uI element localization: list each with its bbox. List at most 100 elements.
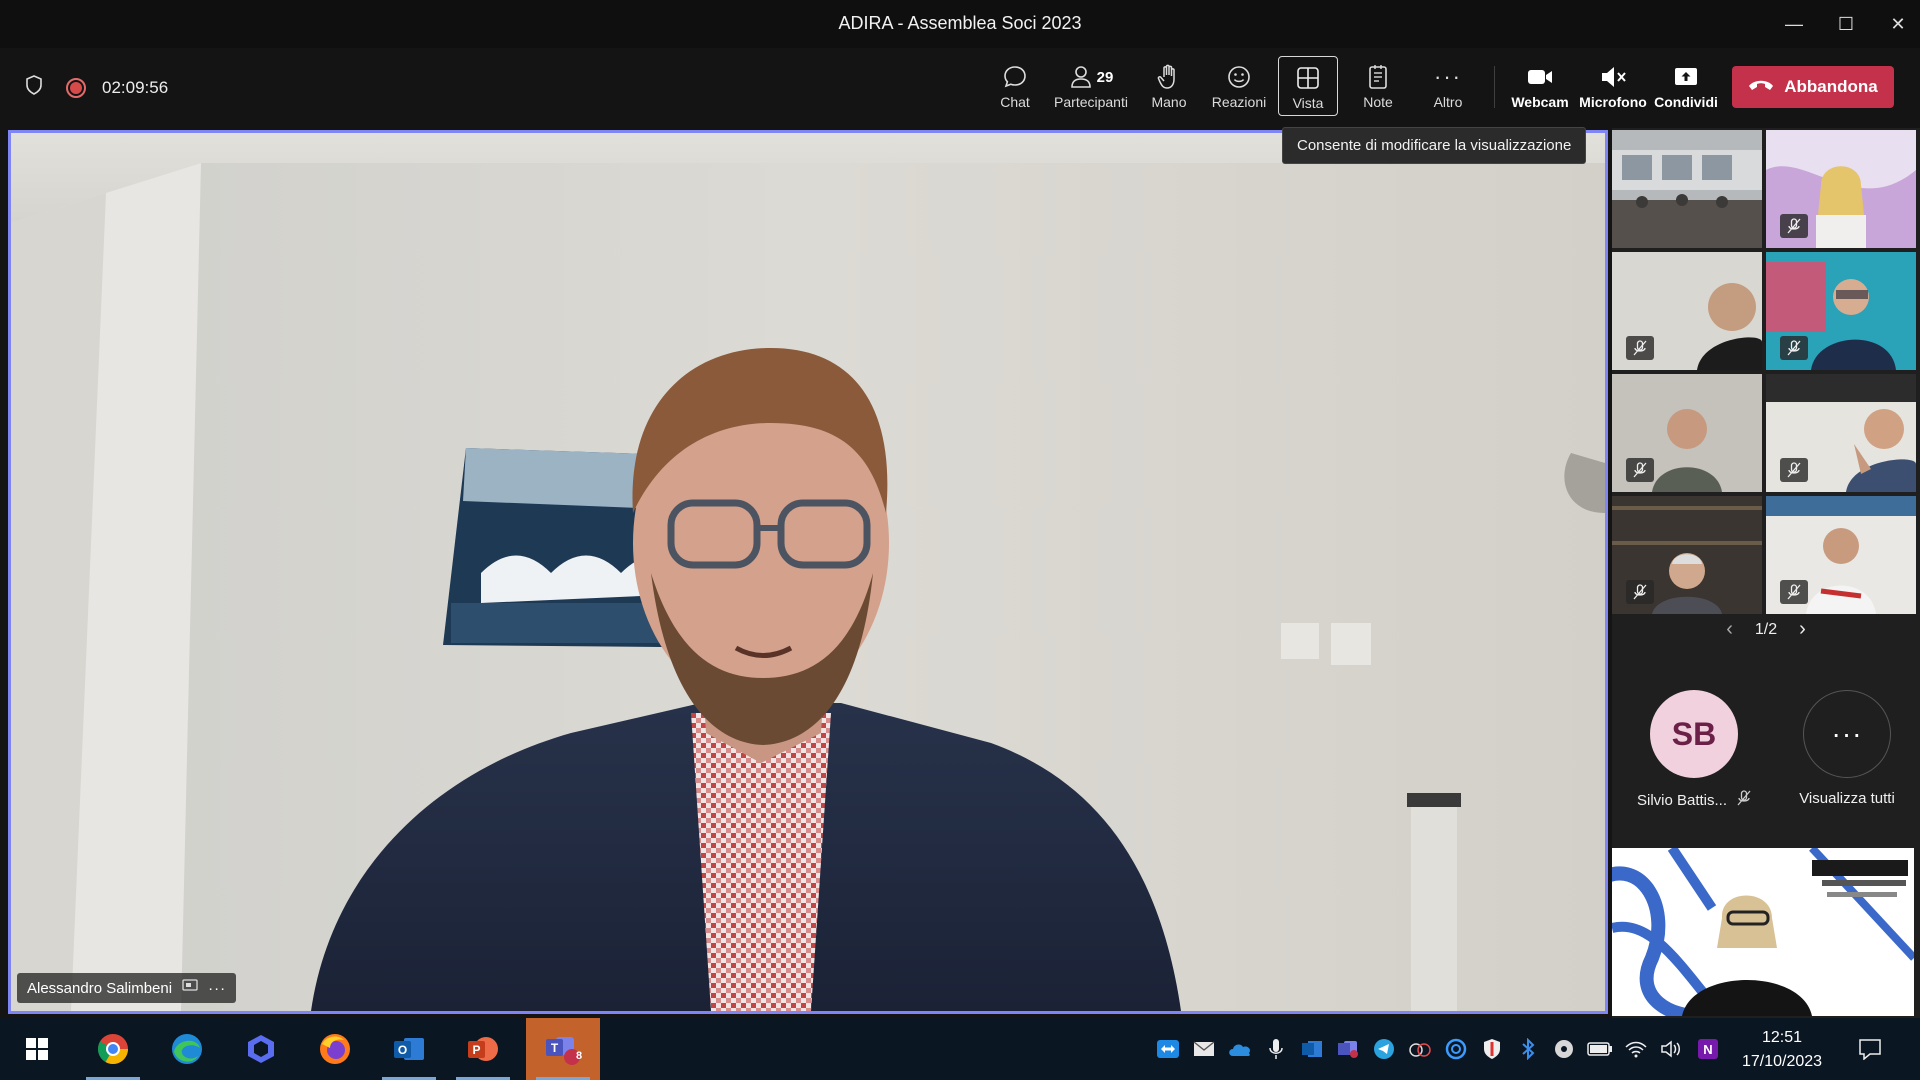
view-tooltip: Consente di modificare la visualizzazion… [1282, 127, 1587, 164]
participant-tile[interactable] [1766, 374, 1916, 492]
participants-button[interactable]: 29 Partecipanti [1054, 56, 1128, 118]
speaker-name-tag[interactable]: Alessandro Salimbeni ··· [17, 973, 237, 1003]
teams-app[interactable]: T 8 [526, 1018, 600, 1080]
teamviewer-icon[interactable] [1150, 1018, 1186, 1080]
mic-off-icon [1626, 336, 1654, 360]
shield-icon[interactable] [24, 74, 44, 101]
microphone-icon[interactable] [1258, 1018, 1294, 1080]
meeting-info: 02:09:56 [24, 74, 168, 101]
notes-button[interactable]: Note [1347, 56, 1409, 118]
participant-tile[interactable] [1612, 496, 1762, 614]
svg-text:P: P [472, 1043, 480, 1057]
svg-text:O: O [398, 1043, 407, 1057]
main-video[interactable]: Alessandro Salimbeni ··· [8, 130, 1608, 1014]
windows-taskbar: O P T 8 N 12:51 17/10/2023 [0, 1018, 1920, 1080]
disc-icon[interactable] [1546, 1018, 1582, 1080]
wifi-icon[interactable] [1618, 1018, 1654, 1080]
leave-button[interactable]: Abbandona [1732, 66, 1894, 108]
notification-icon [1859, 1039, 1881, 1060]
webcam-button[interactable]: Webcam [1508, 56, 1572, 118]
mic-off-icon [1626, 458, 1654, 482]
reactions-label: Reazioni [1211, 94, 1267, 110]
firefox-app[interactable] [298, 1018, 372, 1080]
more-icon: ··· [1434, 64, 1462, 89]
participant-avatar-item[interactable]: SB Silvio Battis... [1624, 690, 1764, 810]
copilot-icon [248, 1035, 274, 1063]
outlook-tray-icon[interactable] [1294, 1018, 1330, 1080]
speaker-name: Alessandro Salimbeni [27, 979, 173, 997]
share-label: Condividi [1654, 94, 1718, 110]
copilot-app[interactable] [224, 1018, 298, 1080]
more-options-icon[interactable]: ··· [208, 980, 226, 997]
system-clock[interactable]: 12:51 17/10/2023 [1736, 1026, 1828, 1074]
chrome-app[interactable] [76, 1018, 150, 1080]
recording-icon [66, 77, 86, 98]
chevron-right-icon[interactable]: › [1799, 618, 1806, 641]
window-title: ADIRA - Assemblea Soci 2023 [838, 13, 1082, 33]
title-bar: ADIRA - Assemblea Soci 2023 — ☐ ✕ [0, 0, 1920, 48]
svg-text:N: N [1703, 1042, 1712, 1057]
participant-tile[interactable] [1766, 496, 1916, 614]
reactions-button[interactable]: Reazioni [1208, 56, 1270, 118]
participant-tile[interactable] [1766, 252, 1916, 370]
mail-icon[interactable] [1186, 1018, 1222, 1080]
maximize-button[interactable]: ☐ [1818, 0, 1874, 48]
battery-icon[interactable] [1582, 1018, 1618, 1080]
bluetooth-icon[interactable] [1510, 1018, 1546, 1080]
participant-tile[interactable] [1612, 374, 1762, 492]
avatar-name-row: Silvio Battis... [1624, 790, 1764, 810]
mic-off-icon [1780, 580, 1808, 604]
raise-hand-button[interactable]: Mano [1138, 56, 1200, 118]
participant-tile[interactable] [1766, 130, 1916, 248]
sync-icon[interactable] [1438, 1018, 1474, 1080]
mic-off-icon [1737, 790, 1751, 810]
telegram-icon[interactable] [1366, 1018, 1402, 1080]
outlook-app[interactable]: O [372, 1018, 446, 1080]
chat-icon [1001, 62, 1029, 92]
mic-off-icon [1780, 336, 1808, 360]
view-all-label: Visualizza tutti [1799, 790, 1895, 807]
page-indicator: 1/2 [1754, 620, 1778, 638]
leave-label: Abbandona [1784, 77, 1878, 96]
self-view-video[interactable] [1612, 848, 1914, 1016]
edge-icon [172, 1034, 202, 1064]
layout-icon [1295, 63, 1321, 93]
participant-tile[interactable] [1612, 252, 1762, 370]
powerpoint-icon: P [468, 1037, 498, 1061]
chrome-icon [97, 1034, 128, 1065]
mic-off-icon [1780, 214, 1808, 238]
windows-icon [26, 1038, 48, 1060]
start-button[interactable] [0, 1018, 74, 1080]
firefox-icon [320, 1034, 350, 1064]
svg-text:T: T [551, 1041, 559, 1055]
edge-app[interactable] [150, 1018, 224, 1080]
more-actions-button[interactable]: ··· Altro [1417, 56, 1479, 118]
share-button[interactable]: Condividi [1654, 56, 1718, 118]
view-all-participants[interactable]: ··· Visualizza tutti [1772, 690, 1920, 807]
minimize-button[interactable]: — [1766, 0, 1822, 48]
onedrive-icon[interactable] [1222, 1018, 1258, 1080]
more-icon: ··· [1803, 690, 1891, 778]
notifications-button[interactable] [1840, 1018, 1900, 1080]
microphone-button[interactable]: Microfono [1579, 56, 1647, 118]
security-shield-icon[interactable] [1474, 1018, 1510, 1080]
speaker-video-frame [11, 133, 1605, 1011]
smiley-icon [1225, 62, 1253, 92]
mic-off-icon [1780, 458, 1808, 482]
teams-tray-icon[interactable] [1330, 1018, 1366, 1080]
participant-tile[interactable] [1612, 130, 1762, 248]
system-tray: N [1150, 1018, 1726, 1080]
chat-label: Chat [1000, 94, 1030, 110]
chevron-left-icon[interactable]: ‹ [1726, 618, 1733, 641]
hang-up-icon [1748, 77, 1774, 97]
avatar: SB [1650, 690, 1738, 778]
camera-icon [1526, 62, 1554, 92]
view-button[interactable]: Vista [1278, 56, 1338, 116]
cloud-sync-icon[interactable] [1402, 1018, 1438, 1080]
onenote-icon[interactable]: N [1690, 1018, 1726, 1080]
chat-button[interactable]: Chat [984, 56, 1046, 118]
powerpoint-app[interactable]: P [446, 1018, 520, 1080]
notes-icon [1366, 62, 1390, 92]
close-button[interactable]: ✕ [1870, 0, 1920, 48]
volume-icon[interactable] [1654, 1018, 1690, 1080]
